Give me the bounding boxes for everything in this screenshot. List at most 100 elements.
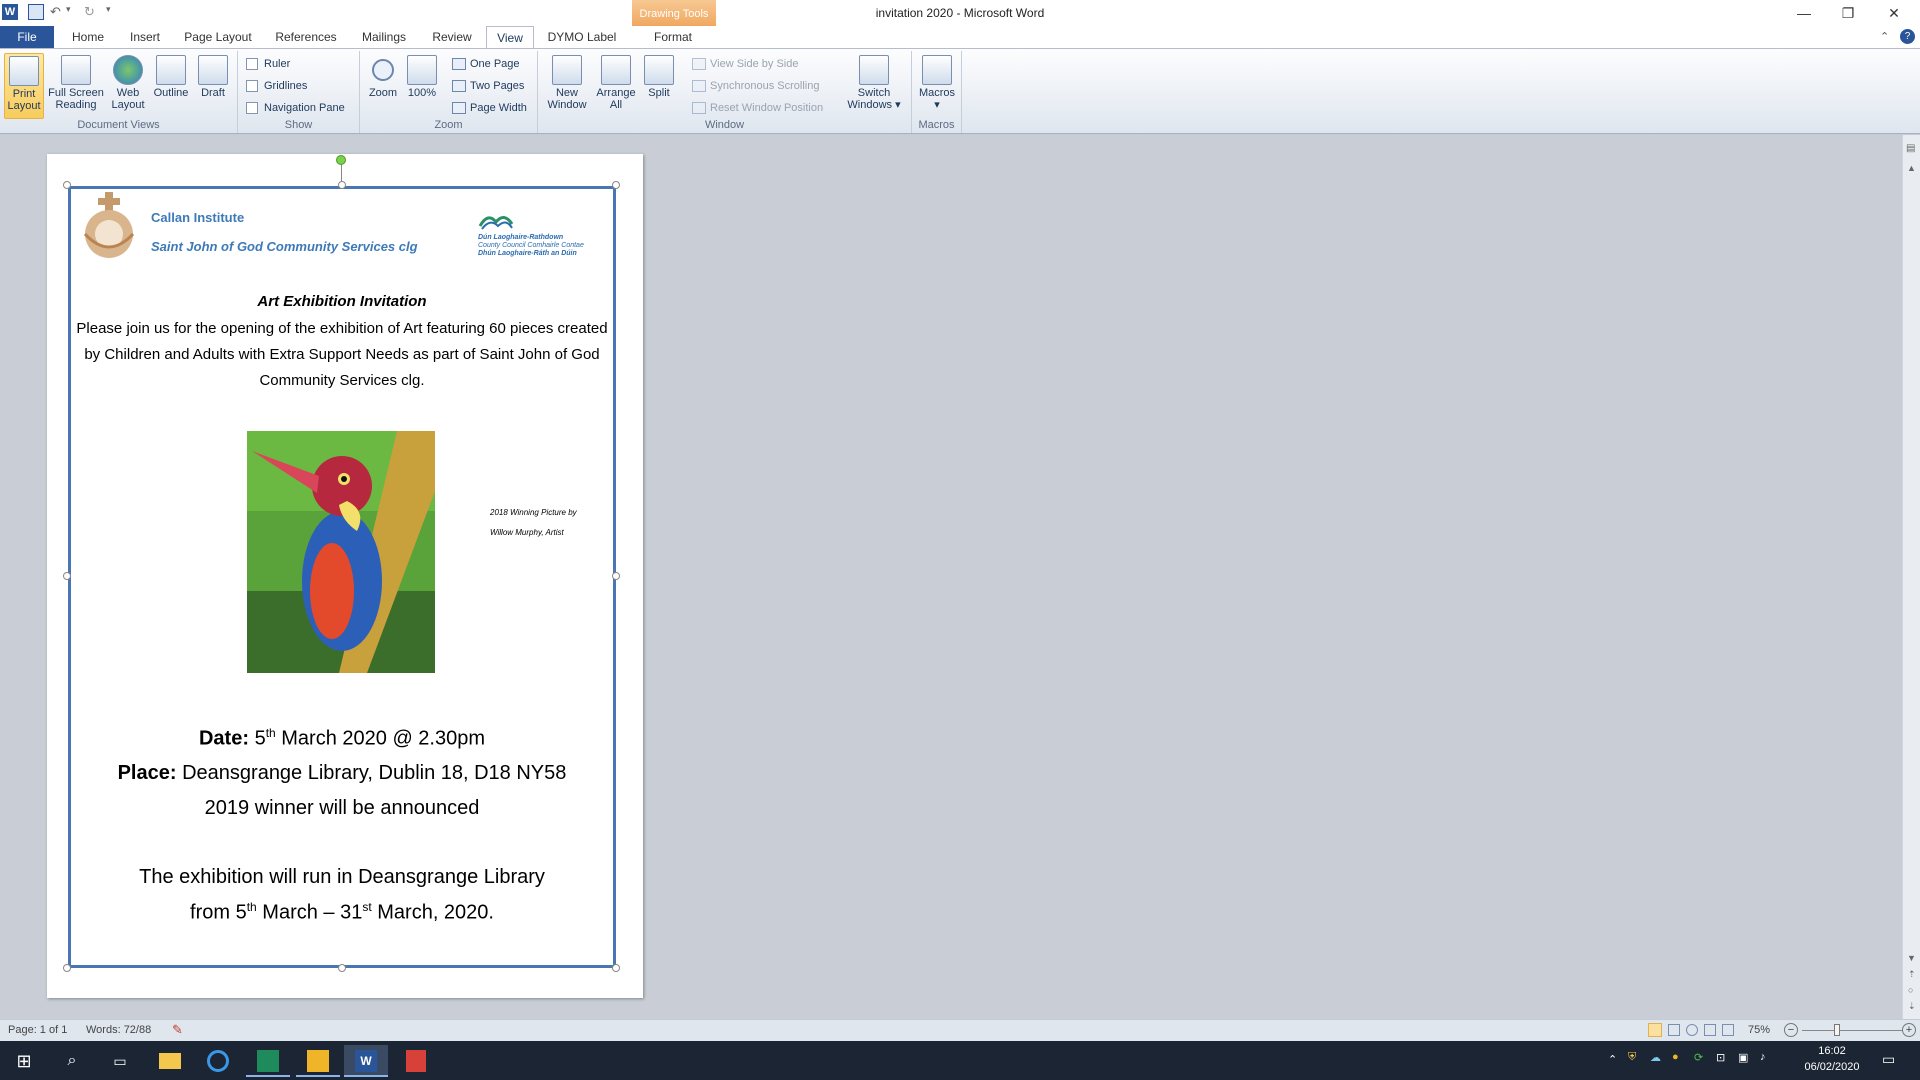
rotation-handle[interactable] <box>336 155 346 165</box>
pdf-app-icon[interactable] <box>394 1045 438 1077</box>
one-page-button[interactable]: One Page <box>452 55 520 73</box>
monitor-tray-icon[interactable]: ▣ <box>1738 1051 1748 1064</box>
macros-button[interactable]: Macros ▾ <box>916 53 958 119</box>
select-browse-object-icon[interactable]: ○ <box>1908 985 1913 995</box>
resize-handle-top-right[interactable] <box>612 181 620 189</box>
resize-handle-bottom[interactable] <box>338 964 346 972</box>
zoom-100-button[interactable]: 100% <box>404 53 440 119</box>
show-hidden-icons-icon[interactable]: ⌃ <box>1608 1053 1617 1066</box>
arrange-all-button[interactable]: Arrange All <box>594 53 638 119</box>
full-screen-reading-button[interactable]: Full Screen Reading <box>46 53 106 119</box>
ruler-toggle-icon[interactable]: ▤ <box>1906 143 1915 154</box>
waves-icon <box>478 216 514 230</box>
word-count[interactable]: Words: 72/88 <box>86 1024 151 1036</box>
tab-format[interactable]: Format <box>636 26 710 48</box>
zoom-level[interactable]: 75% <box>1748 1024 1770 1036</box>
draft-icon <box>198 55 228 85</box>
proofing-icon[interactable]: ✎ <box>172 1022 183 1038</box>
close-button[interactable]: ✕ <box>1874 2 1914 24</box>
zoom-slider-track[interactable] <box>1802 1030 1902 1031</box>
new-window-button[interactable]: New Window <box>544 53 590 119</box>
scroll-down-icon[interactable]: ▼ <box>1907 953 1916 963</box>
tab-insert[interactable]: Insert <box>122 26 168 48</box>
window-title: invitation 2020 - Microsoft Word <box>875 6 1045 20</box>
resize-handle-left[interactable] <box>63 572 71 580</box>
council-name: Dún Laoghaire-Rathdown County Council Co… <box>478 234 584 257</box>
resize-handle-bottom-left[interactable] <box>63 964 71 972</box>
switch-windows-button[interactable]: Switch Windows ▾ <box>842 53 906 119</box>
help-icon[interactable]: ? <box>1900 29 1915 44</box>
macros-group: Macros ▾ Macros <box>912 51 962 133</box>
word-taskbar-icon[interactable]: W <box>344 1045 388 1077</box>
tab-review[interactable]: Review <box>424 26 480 48</box>
navigation-pane-checkbox[interactable]: Navigation Pane <box>246 99 345 117</box>
zoom-slider-thumb[interactable] <box>1834 1024 1840 1036</box>
org-name-line1: Callan Institute <box>151 210 245 225</box>
clock-date[interactable]: 06/02/2020 <box>1796 1061 1868 1073</box>
minimize-ribbon-icon[interactable]: ⌃ <box>1880 30 1889 43</box>
zoom-in-icon[interactable]: + <box>1902 1023 1916 1037</box>
network-tray-icon[interactable]: ⊡ <box>1716 1051 1725 1064</box>
volume-icon[interactable]: ♪ <box>1760 1051 1766 1063</box>
tab-home[interactable]: Home <box>64 26 112 48</box>
resize-handle-bottom-right[interactable] <box>612 964 620 972</box>
file-explorer-icon[interactable] <box>148 1045 192 1077</box>
outline-button[interactable]: Outline <box>150 53 192 119</box>
reset-window-position-button[interactable]: Reset Window Position <box>692 99 823 117</box>
internet-explorer-icon[interactable] <box>196 1045 240 1077</box>
publisher-icon[interactable] <box>246 1045 290 1077</box>
resize-handle-right[interactable] <box>612 572 620 580</box>
task-view-icon[interactable]: ▭ <box>98 1045 142 1077</box>
next-page-icon[interactable]: ⇣ <box>1908 1001 1916 1012</box>
page-width-icon <box>452 102 466 115</box>
tab-view[interactable]: View <box>486 26 534 49</box>
zoom-button[interactable]: Zoom <box>364 53 402 119</box>
web-layout-view-icon[interactable] <box>1686 1024 1698 1036</box>
norton-tray-icon[interactable]: ● <box>1672 1051 1679 1063</box>
sync-tray-icon[interactable]: ⟳ <box>1694 1051 1703 1064</box>
new-window-icon <box>552 55 582 85</box>
two-pages-button[interactable]: Two Pages <box>452 77 524 95</box>
vertical-scrollbar[interactable]: ▤ ▲ ▼ ⇡ ○ ⇣ <box>1902 135 1920 1019</box>
reading-view-icon[interactable] <box>1668 1024 1680 1036</box>
page-count[interactable]: Page: 1 of 1 <box>8 1024 67 1036</box>
web-layout-button[interactable]: Web Layout <box>108 53 148 119</box>
onedrive-tray-icon[interactable]: ☁ <box>1650 1051 1661 1064</box>
pomegranate-cross-icon <box>83 192 135 258</box>
tab-dymo-label[interactable]: DYMO Label <box>544 26 620 48</box>
tab-file[interactable]: File <box>0 26 54 48</box>
outlook-icon[interactable] <box>296 1045 340 1077</box>
scroll-up-icon[interactable]: ▲ <box>1907 163 1916 173</box>
one-page-icon <box>452 58 466 71</box>
saint-john-of-god-logo <box>74 190 144 260</box>
previous-page-icon[interactable]: ⇡ <box>1908 969 1916 980</box>
kingfisher-artwork-icon <box>247 431 435 673</box>
tab-mailings[interactable]: Mailings <box>354 26 414 48</box>
view-side-by-side-button[interactable]: View Side by Side <box>692 55 798 73</box>
windows-start-icon[interactable]: ⊞ <box>2 1045 46 1077</box>
ruler-checkbox[interactable]: Ruler <box>246 55 290 73</box>
notifications-icon[interactable]: ▭ <box>1882 1051 1895 1068</box>
tab-references[interactable]: References <box>268 26 344 48</box>
page-width-button[interactable]: Page Width <box>452 99 527 117</box>
outline-view-icon[interactable] <box>1704 1024 1716 1036</box>
search-icon[interactable]: ⌕ <box>50 1045 94 1077</box>
resize-handle-top[interactable] <box>338 181 346 189</box>
synchronous-scrolling-button[interactable]: Synchronous Scrolling <box>692 77 819 95</box>
draft-button[interactable]: Draft <box>194 53 232 119</box>
dlr-council-logo <box>478 210 514 230</box>
security-tray-icon[interactable]: ⛨ <box>1628 1051 1636 1064</box>
switch-windows-icon <box>859 55 889 85</box>
split-button[interactable]: Split <box>642 53 676 119</box>
print-layout-view-icon[interactable] <box>1648 1023 1662 1037</box>
resize-handle-top-left[interactable] <box>63 181 71 189</box>
zoom-out-icon[interactable]: − <box>1784 1023 1798 1037</box>
draft-view-icon[interactable] <box>1722 1024 1734 1036</box>
minimize-button[interactable]: — <box>1784 2 1824 24</box>
print-layout-button[interactable]: Print Layout <box>4 53 44 119</box>
tab-page-layout[interactable]: Page Layout <box>180 26 256 48</box>
gridlines-checkbox[interactable]: Gridlines <box>246 77 307 95</box>
zoom-label: Zoom <box>434 119 463 131</box>
clock-time[interactable]: 16:02 <box>1800 1045 1864 1057</box>
restore-button[interactable]: ❐ <box>1828 2 1868 24</box>
